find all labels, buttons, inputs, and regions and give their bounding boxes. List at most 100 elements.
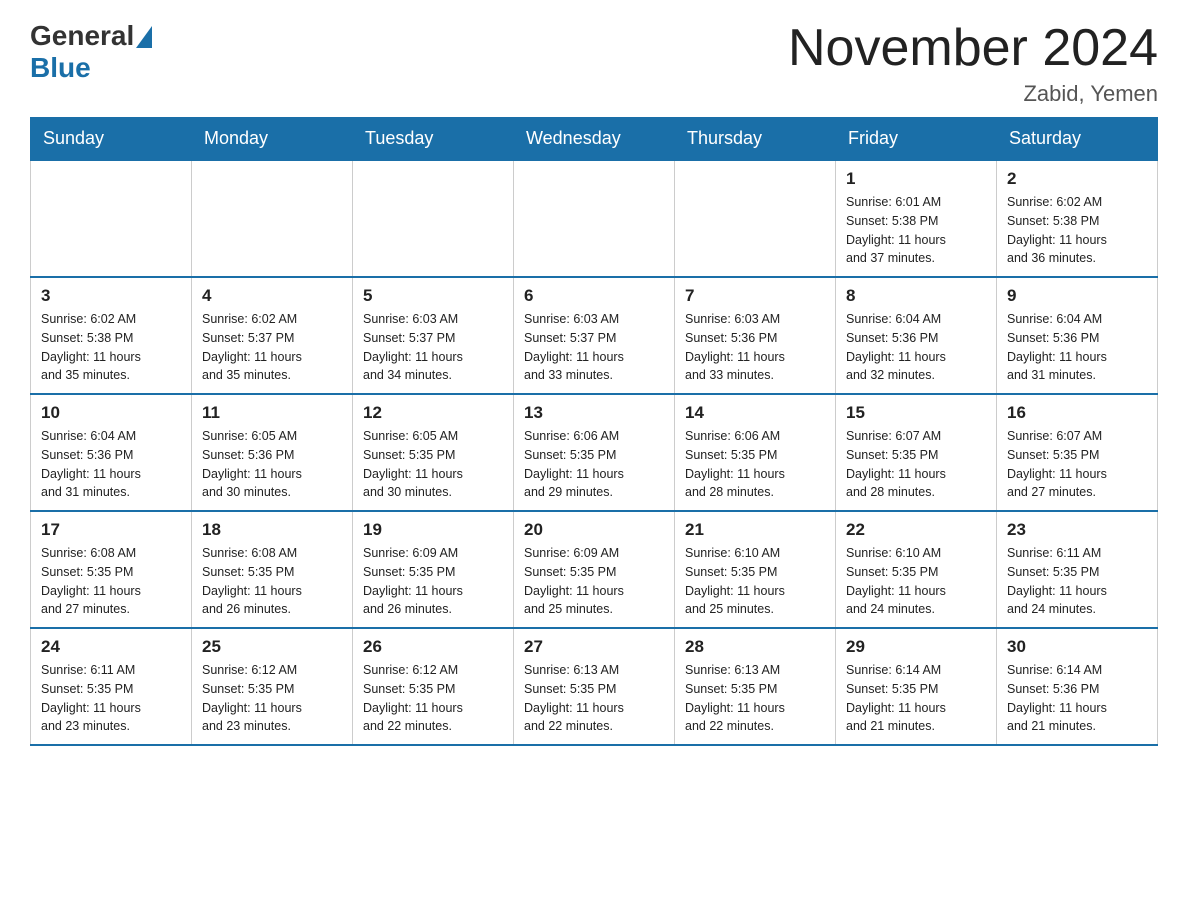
calendar-week-row: 24 Sunrise: 6:11 AMSunset: 5:35 PMDayligh… — [31, 628, 1158, 745]
calendar-cell: 29 Sunrise: 6:14 AMSunset: 5:35 PMDayligh… — [836, 628, 997, 745]
day-number: 21 — [685, 520, 825, 540]
day-info: Sunrise: 6:03 AMSunset: 5:37 PMDaylight:… — [363, 310, 503, 385]
day-info: Sunrise: 6:13 AMSunset: 5:35 PMDaylight:… — [685, 661, 825, 736]
calendar-cell: 20Sunrise: 6:09 AMSunset: 5:35 PMDayligh… — [514, 511, 675, 628]
calendar-cell: 5 Sunrise: 6:03 AMSunset: 5:37 PMDaylight… — [353, 277, 514, 394]
day-info: Sunrise: 6:12 AMSunset: 5:35 PMDaylight:… — [363, 661, 503, 736]
calendar-cell: 1Sunrise: 6:01 AMSunset: 5:38 PMDaylight… — [836, 160, 997, 277]
calendar-cell: 10Sunrise: 6:04 AMSunset: 5:36 PMDayligh… — [31, 394, 192, 511]
calendar-cell: 19Sunrise: 6:09 AMSunset: 5:35 PMDayligh… — [353, 511, 514, 628]
day-number: 2 — [1007, 169, 1147, 189]
day-info: Sunrise: 6:10 AMSunset: 5:35 PMDaylight:… — [685, 544, 825, 619]
day-info: Sunrise: 6:11 AMSunset: 5:35 PMDaylight:… — [41, 661, 181, 736]
calendar-cell: 2 Sunrise: 6:02 AMSunset: 5:38 PMDaylight… — [997, 160, 1158, 277]
calendar-cell: 12Sunrise: 6:05 AMSunset: 5:35 PMDayligh… — [353, 394, 514, 511]
calendar-week-row: 1Sunrise: 6:01 AMSunset: 5:38 PMDaylight… — [31, 160, 1158, 277]
calendar-table: SundayMondayTuesdayWednesdayThursdayFrid… — [30, 117, 1158, 746]
calendar-cell — [31, 160, 192, 277]
day-info: Sunrise: 6:06 AMSunset: 5:35 PMDaylight:… — [524, 427, 664, 502]
day-number: 16 — [1007, 403, 1147, 423]
day-number: 8 — [846, 286, 986, 306]
logo-blue-text: Blue — [30, 52, 91, 84]
calendar-cell: 18Sunrise: 6:08 AMSunset: 5:35 PMDayligh… — [192, 511, 353, 628]
month-title: November 2024 — [788, 20, 1158, 77]
location: Zabid, Yemen — [788, 81, 1158, 107]
day-info: Sunrise: 6:04 AMSunset: 5:36 PMDaylight:… — [846, 310, 986, 385]
calendar-cell: 27Sunrise: 6:13 AMSunset: 5:35 PMDayligh… — [514, 628, 675, 745]
calendar-header-row: SundayMondayTuesdayWednesdayThursdayFrid… — [31, 118, 1158, 161]
day-info: Sunrise: 6:02 AMSunset: 5:38 PMDaylight:… — [1007, 193, 1147, 268]
day-info: Sunrise: 6:06 AMSunset: 5:35 PMDaylight:… — [685, 427, 825, 502]
day-info: Sunrise: 6:01 AMSunset: 5:38 PMDaylight:… — [846, 193, 986, 268]
day-info: Sunrise: 6:02 AMSunset: 5:38 PMDaylight:… — [41, 310, 181, 385]
calendar-cell: 24 Sunrise: 6:11 AMSunset: 5:35 PMDayligh… — [31, 628, 192, 745]
day-number: 4 — [202, 286, 342, 306]
column-header-tuesday: Tuesday — [353, 118, 514, 161]
day-info: Sunrise: 6:09 AMSunset: 5:35 PMDaylight:… — [524, 544, 664, 619]
day-info: Sunrise: 6:10 AMSunset: 5:35 PMDaylight:… — [846, 544, 986, 619]
day-number: 23 — [1007, 520, 1147, 540]
calendar-cell: 16 Sunrise: 6:07 AMSunset: 5:35 PMDayligh… — [997, 394, 1158, 511]
day-number: 9 — [1007, 286, 1147, 306]
calendar-cell: 30 Sunrise: 6:14 AMSunset: 5:36 PMDayligh… — [997, 628, 1158, 745]
day-info: Sunrise: 6:14 AMSunset: 5:35 PMDaylight:… — [846, 661, 986, 736]
calendar-cell: 9 Sunrise: 6:04 AMSunset: 5:36 PMDaylight… — [997, 277, 1158, 394]
day-number: 13 — [524, 403, 664, 423]
day-number: 29 — [846, 637, 986, 657]
day-info: Sunrise: 6:14 AMSunset: 5:36 PMDaylight:… — [1007, 661, 1147, 736]
calendar-cell: 13 Sunrise: 6:06 AMSunset: 5:35 PMDayligh… — [514, 394, 675, 511]
day-info: Sunrise: 6:03 AMSunset: 5:36 PMDaylight:… — [685, 310, 825, 385]
day-number: 15 — [846, 403, 986, 423]
day-number: 25 — [202, 637, 342, 657]
day-info: Sunrise: 6:08 AMSunset: 5:35 PMDaylight:… — [202, 544, 342, 619]
calendar-cell: 26 Sunrise: 6:12 AMSunset: 5:35 PMDayligh… — [353, 628, 514, 745]
day-info: Sunrise: 6:02 AMSunset: 5:37 PMDaylight:… — [202, 310, 342, 385]
calendar-cell: 25 Sunrise: 6:12 AMSunset: 5:35 PMDayligh… — [192, 628, 353, 745]
calendar-cell — [675, 160, 836, 277]
column-header-sunday: Sunday — [31, 118, 192, 161]
calendar-cell: 3 Sunrise: 6:02 AMSunset: 5:38 PMDaylight… — [31, 277, 192, 394]
calendar-cell: 8 Sunrise: 6:04 AMSunset: 5:36 PMDaylight… — [836, 277, 997, 394]
page-header: General Blue November 2024 Zabid, Yemen — [30, 20, 1158, 107]
calendar-cell: 21 Sunrise: 6:10 AMSunset: 5:35 PMDayligh… — [675, 511, 836, 628]
day-number: 11 — [202, 403, 342, 423]
calendar-cell: 22 Sunrise: 6:10 AMSunset: 5:35 PMDayligh… — [836, 511, 997, 628]
day-info: Sunrise: 6:04 AMSunset: 5:36 PMDaylight:… — [1007, 310, 1147, 385]
logo-general-text: General — [30, 20, 134, 52]
day-number: 3 — [41, 286, 181, 306]
calendar-cell: 28 Sunrise: 6:13 AMSunset: 5:35 PMDayligh… — [675, 628, 836, 745]
day-number: 5 — [363, 286, 503, 306]
day-info: Sunrise: 6:07 AMSunset: 5:35 PMDaylight:… — [846, 427, 986, 502]
calendar-cell: 6Sunrise: 6:03 AMSunset: 5:37 PMDaylight… — [514, 277, 675, 394]
calendar-cell — [514, 160, 675, 277]
calendar-cell: 11 Sunrise: 6:05 AMSunset: 5:36 PMDayligh… — [192, 394, 353, 511]
column-header-wednesday: Wednesday — [514, 118, 675, 161]
day-info: Sunrise: 6:12 AMSunset: 5:35 PMDaylight:… — [202, 661, 342, 736]
calendar-cell: 15 Sunrise: 6:07 AMSunset: 5:35 PMDayligh… — [836, 394, 997, 511]
calendar-cell — [353, 160, 514, 277]
logo-triangle-icon — [136, 26, 152, 48]
day-info: Sunrise: 6:11 AMSunset: 5:35 PMDaylight:… — [1007, 544, 1147, 619]
day-info: Sunrise: 6:05 AMSunset: 5:36 PMDaylight:… — [202, 427, 342, 502]
column-header-saturday: Saturday — [997, 118, 1158, 161]
day-number: 30 — [1007, 637, 1147, 657]
day-number: 26 — [363, 637, 503, 657]
calendar-cell: 17Sunrise: 6:08 AMSunset: 5:35 PMDayligh… — [31, 511, 192, 628]
calendar-week-row: 17Sunrise: 6:08 AMSunset: 5:35 PMDayligh… — [31, 511, 1158, 628]
day-info: Sunrise: 6:05 AMSunset: 5:35 PMDaylight:… — [363, 427, 503, 502]
calendar-cell: 4 Sunrise: 6:02 AMSunset: 5:37 PMDaylight… — [192, 277, 353, 394]
column-header-friday: Friday — [836, 118, 997, 161]
column-header-thursday: Thursday — [675, 118, 836, 161]
day-number: 28 — [685, 637, 825, 657]
day-number: 27 — [524, 637, 664, 657]
day-number: 22 — [846, 520, 986, 540]
title-area: November 2024 Zabid, Yemen — [788, 20, 1158, 107]
calendar-cell: 7 Sunrise: 6:03 AMSunset: 5:36 PMDaylight… — [675, 277, 836, 394]
logo: General Blue — [30, 20, 152, 84]
calendar-cell: 14Sunrise: 6:06 AMSunset: 5:35 PMDayligh… — [675, 394, 836, 511]
day-number: 7 — [685, 286, 825, 306]
day-info: Sunrise: 6:07 AMSunset: 5:35 PMDaylight:… — [1007, 427, 1147, 502]
day-number: 24 — [41, 637, 181, 657]
day-info: Sunrise: 6:08 AMSunset: 5:35 PMDaylight:… — [41, 544, 181, 619]
day-number: 19 — [363, 520, 503, 540]
